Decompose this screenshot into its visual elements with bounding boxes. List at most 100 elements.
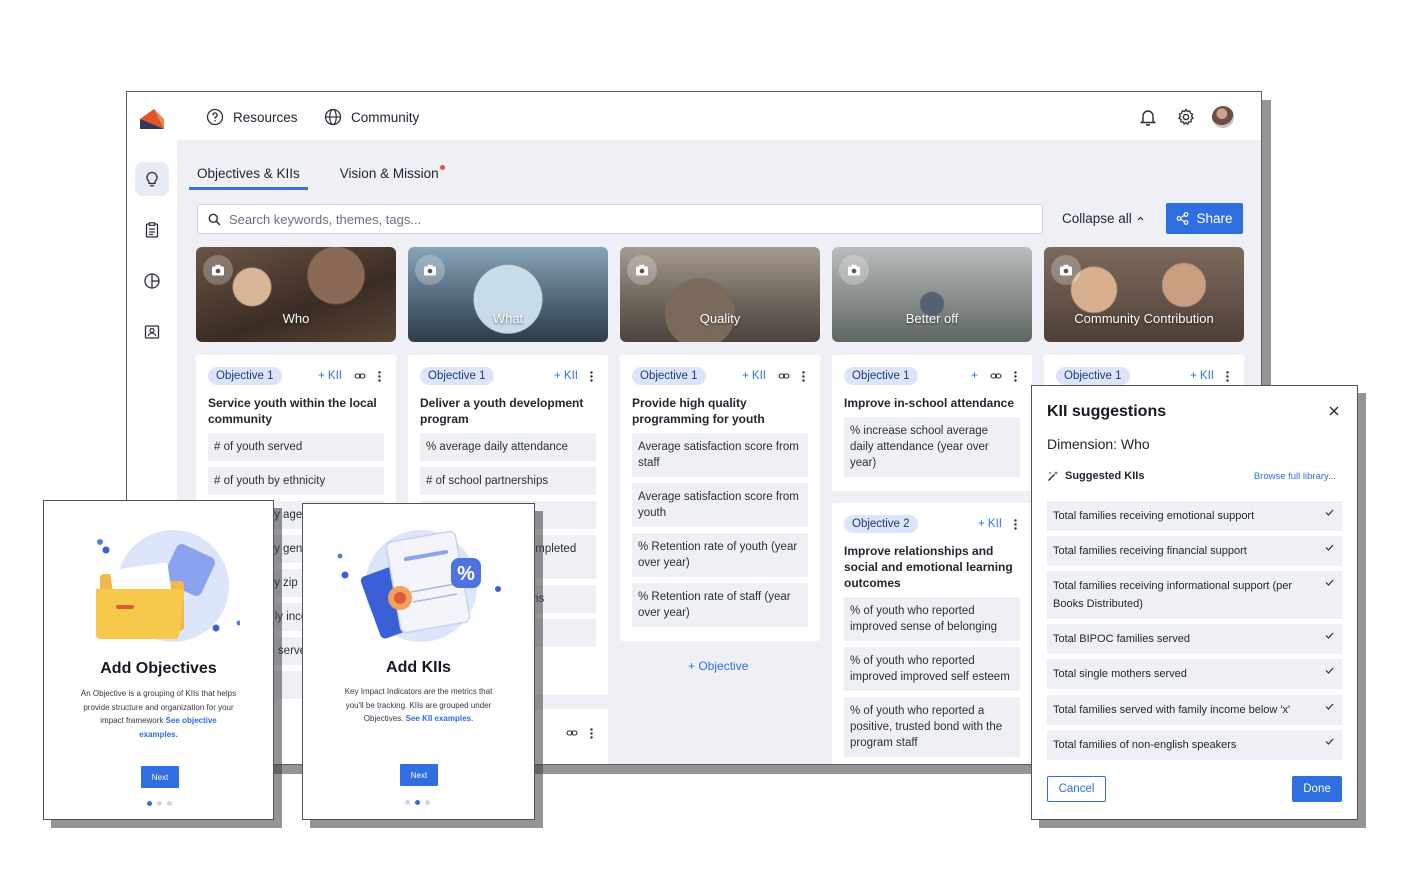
link-icon[interactable] bbox=[990, 370, 1002, 382]
column-image-community-contribution[interactable]: Community Contribution bbox=[1044, 247, 1244, 342]
search-placeholder: Search keywords, themes, tags... bbox=[229, 211, 422, 227]
top-bar: Resources Community bbox=[127, 92, 1261, 140]
add-objective-button[interactable]: + Objective bbox=[688, 659, 748, 673]
link-icon[interactable] bbox=[354, 370, 366, 382]
gear-icon[interactable] bbox=[1176, 107, 1196, 127]
search-input[interactable]: Search keywords, themes, tags... bbox=[197, 204, 1043, 234]
pie-chart-icon bbox=[144, 273, 160, 289]
objective-pill[interactable]: Objective 1 bbox=[1056, 367, 1130, 385]
nav-community[interactable]: Community bbox=[324, 108, 419, 126]
dimension-label: Dimension: Who bbox=[1047, 436, 1150, 452]
kii-item[interactable]: % of youth who reported improved improve… bbox=[844, 647, 1020, 691]
suggestion-item[interactable]: Total families receiving emotional suppo… bbox=[1047, 501, 1342, 531]
more-icon[interactable] bbox=[1014, 518, 1017, 530]
next-button[interactable]: Next bbox=[141, 766, 179, 788]
sidebar-item-analytics[interactable] bbox=[135, 264, 169, 298]
notification-dot bbox=[439, 165, 445, 170]
tab-vision-mission[interactable]: Vision & Mission bbox=[340, 165, 445, 190]
objective-pill[interactable]: Objective 1 bbox=[208, 367, 282, 385]
share-button[interactable]: Share bbox=[1166, 203, 1243, 234]
logo[interactable] bbox=[138, 107, 166, 131]
close-icon[interactable] bbox=[1329, 406, 1339, 416]
objective-pill[interactable]: Objective 2 bbox=[844, 515, 918, 533]
add-kii-button[interactable]: + KII bbox=[554, 370, 578, 382]
suggestion-label: Total single mothers served bbox=[1053, 668, 1187, 680]
more-icon[interactable] bbox=[590, 370, 593, 382]
add-kii-button[interactable]: + KII bbox=[742, 370, 766, 382]
kii-item[interactable]: # of youth served bbox=[208, 433, 384, 461]
column-image-better-off[interactable]: Better off bbox=[832, 247, 1032, 342]
page-dot[interactable] bbox=[415, 800, 420, 805]
more-icon[interactable] bbox=[1226, 370, 1229, 382]
kii-item[interactable]: Average satisfaction score from staff bbox=[632, 433, 808, 477]
column-image-who[interactable]: Who bbox=[196, 247, 396, 342]
page-dot[interactable] bbox=[157, 801, 162, 806]
column-image-quality[interactable]: Quality bbox=[620, 247, 820, 342]
camera-icon[interactable] bbox=[415, 255, 445, 285]
column-label: Who bbox=[282, 311, 310, 326]
camera-icon[interactable] bbox=[839, 255, 869, 285]
bell-icon[interactable] bbox=[1138, 107, 1158, 127]
add-kii-button[interactable]: + KII bbox=[978, 518, 1002, 530]
suggestion-item[interactable]: Total families receiving informational s… bbox=[1047, 571, 1342, 619]
suggestion-label: Total BIPOC families served bbox=[1053, 633, 1190, 645]
avatar[interactable] bbox=[1212, 106, 1234, 128]
column-image-what[interactable]: What bbox=[408, 247, 608, 342]
nav-resources[interactable]: Resources bbox=[206, 108, 298, 126]
see-kii-examples-link[interactable]: See KII examples. bbox=[406, 714, 474, 723]
suggestion-item[interactable]: Total families receiving financial suppo… bbox=[1047, 536, 1342, 566]
collapse-all-label: Collapse all bbox=[1062, 211, 1132, 226]
tab-objectives-kiis[interactable]: Objectives & KIIs bbox=[189, 166, 308, 190]
add-kii-button[interactable]: + bbox=[971, 370, 978, 382]
kii-item[interactable]: Average satisfaction score from youth bbox=[632, 483, 808, 527]
more-icon[interactable] bbox=[1014, 370, 1017, 382]
kii-item[interactable]: % of youth who reported a positive, trus… bbox=[844, 697, 1020, 757]
kii-item[interactable]: % of youth who reported improved sense o… bbox=[844, 597, 1020, 641]
page-dot[interactable] bbox=[147, 801, 152, 806]
suggestion-label: Total families receiving emotional suppo… bbox=[1053, 510, 1255, 522]
globe-icon bbox=[324, 108, 342, 126]
page-dot[interactable] bbox=[167, 801, 172, 806]
tab-label: Objectives & KIIs bbox=[197, 166, 300, 181]
camera-icon[interactable] bbox=[203, 255, 233, 285]
objective-pill[interactable]: Objective 1 bbox=[420, 367, 494, 385]
page-dot[interactable] bbox=[425, 800, 430, 805]
suggestion-item[interactable]: Total families of non-english speakers bbox=[1047, 730, 1342, 760]
kii-item[interactable]: # of school partnerships bbox=[420, 467, 596, 495]
kii-item[interactable]: % increase school average daily attendan… bbox=[844, 417, 1020, 477]
tab-bar: Objectives & KIIs Vision & Mission bbox=[189, 165, 445, 190]
kii-item[interactable]: # of youth by ethnicity bbox=[208, 467, 384, 495]
folder-illustration bbox=[96, 530, 240, 642]
objective-pill[interactable]: Objective 1 bbox=[632, 367, 706, 385]
camera-icon[interactable] bbox=[1051, 255, 1081, 285]
objective-card: Objective 2 + KII Improve relationships … bbox=[832, 503, 1032, 764]
next-button[interactable]: Next bbox=[400, 764, 438, 786]
kii-item[interactable]: % Retention rate of staff (year over yea… bbox=[632, 583, 808, 627]
sidebar-item-profile[interactable] bbox=[135, 315, 169, 349]
more-icon[interactable] bbox=[802, 370, 805, 382]
suggestion-item[interactable]: Total families served with family income… bbox=[1047, 695, 1342, 725]
page-dot[interactable] bbox=[405, 800, 410, 805]
suggestion-label: Total families served with family income… bbox=[1053, 704, 1291, 716]
camera-icon[interactable] bbox=[627, 255, 657, 285]
kii-item[interactable]: % Retention rate of youth (year over yea… bbox=[632, 533, 808, 577]
kii-item[interactable]: % average daily attendance bbox=[420, 433, 596, 461]
collapse-all-button[interactable]: Collapse all bbox=[1062, 211, 1145, 226]
link-icon[interactable] bbox=[566, 727, 578, 739]
browse-library-link[interactable]: Browse full library... bbox=[1254, 471, 1336, 482]
add-kii-button[interactable]: + KII bbox=[1190, 370, 1214, 382]
cancel-button[interactable]: Cancel bbox=[1047, 776, 1106, 802]
done-button[interactable]: Done bbox=[1292, 776, 1342, 802]
sidebar-item-objectives[interactable] bbox=[135, 162, 169, 196]
more-icon[interactable] bbox=[378, 370, 381, 382]
suggestion-item[interactable]: Total single mothers served bbox=[1047, 659, 1342, 689]
sidebar-item-reports[interactable] bbox=[135, 213, 169, 247]
objective-pill[interactable]: Objective 1 bbox=[844, 367, 918, 385]
link-icon[interactable] bbox=[778, 370, 790, 382]
suggestion-item[interactable]: Total BIPOC families served bbox=[1047, 624, 1342, 654]
nav-resources-label: Resources bbox=[233, 109, 298, 125]
column-label: Better off bbox=[905, 311, 959, 326]
more-icon[interactable] bbox=[590, 727, 593, 739]
chevron-up-icon bbox=[1137, 216, 1144, 221]
add-kii-button[interactable]: + KII bbox=[318, 370, 342, 382]
